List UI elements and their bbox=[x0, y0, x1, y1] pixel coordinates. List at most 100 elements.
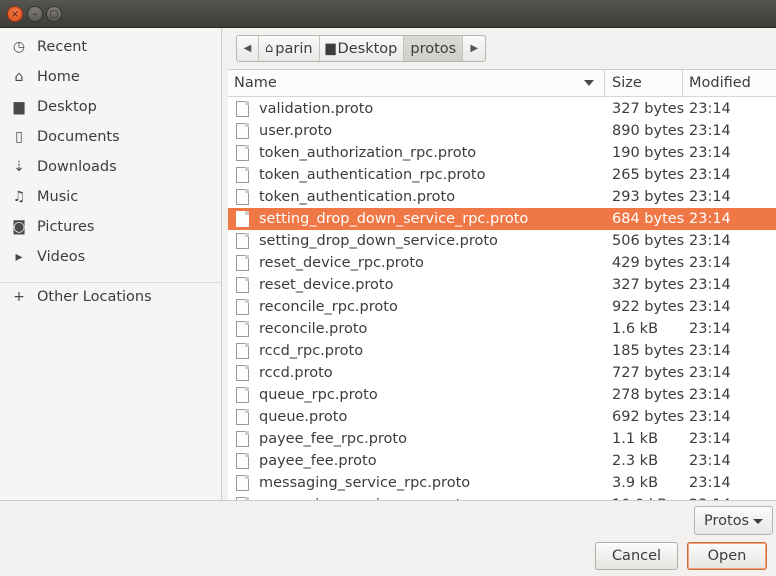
file-type-filter-dropdown[interactable]: Protos bbox=[694, 506, 773, 535]
file-icon bbox=[236, 387, 249, 403]
file-modified: 23:14 bbox=[689, 299, 731, 315]
table-row[interactable]: token_authorization_rpc.proto 190 bytes 23… bbox=[228, 142, 776, 164]
file-modified: 23:14 bbox=[689, 277, 731, 293]
file-modified: 23:14 bbox=[689, 343, 731, 359]
file-icon bbox=[236, 365, 249, 381]
file-name: reconcile_rpc.proto bbox=[259, 299, 398, 315]
file-modified: 23:14 bbox=[689, 145, 731, 161]
file-icon bbox=[236, 145, 249, 161]
camera-icon: ◙ bbox=[12, 219, 26, 235]
file-icon bbox=[236, 189, 249, 205]
file-rows: validation.proto 327 bytes 23:14 user.proto… bbox=[228, 98, 776, 500]
sidebar-item-pictures[interactable]: ◙ Pictures bbox=[0, 212, 221, 242]
chevron-down-icon bbox=[753, 519, 763, 524]
file-name: reconcile.proto bbox=[259, 321, 368, 337]
file-icon bbox=[236, 475, 249, 491]
path-segment-label: protos bbox=[410, 40, 457, 57]
file-size: 3.9 kB bbox=[612, 475, 659, 491]
download-icon: ⇣ bbox=[13, 159, 25, 175]
file-modified: 23:14 bbox=[689, 255, 731, 271]
table-row[interactable]: user.proto 890 bytes 23:14 bbox=[228, 120, 776, 142]
file-modified: 23:14 bbox=[689, 123, 731, 139]
table-row[interactable]: rccd.proto 727 bytes 23:14 bbox=[228, 362, 776, 384]
file-modified: 23:14 bbox=[689, 167, 731, 183]
sidebar-item-label: Pictures bbox=[37, 219, 95, 235]
table-row[interactable]: reconcile_rpc.proto 922 bytes 23:14 bbox=[228, 296, 776, 318]
sidebar-item-desktop[interactable]: ▆ Desktop bbox=[0, 92, 221, 122]
sidebar-item-label: Music bbox=[37, 189, 79, 205]
window-maximize-button[interactable]: □ bbox=[46, 6, 62, 22]
sidebar-item-home[interactable]: ⌂ Home bbox=[0, 62, 221, 92]
path-scroll-left-button[interactable]: ◀ bbox=[237, 36, 259, 61]
file-name: messaging_service_rpc.proto bbox=[259, 475, 471, 491]
table-row[interactable]: token_authentication_rpc.proto 265 bytes 2… bbox=[228, 164, 776, 186]
home-icon: ⌂ bbox=[265, 41, 274, 56]
file-modified: 23:14 bbox=[689, 101, 731, 117]
table-row[interactable]: reconcile.proto 1.6 kB 23:14 bbox=[228, 318, 776, 340]
file-modified: 23:14 bbox=[689, 453, 731, 469]
table-row[interactable]: token_authentication.proto 293 bytes 23:14 bbox=[228, 186, 776, 208]
file-modified: 23:14 bbox=[689, 431, 731, 447]
table-row[interactable]: reset_device_rpc.proto 429 bytes 23:14 bbox=[228, 252, 776, 274]
table-row[interactable]: messaging_service_rpc.proto 3.9 kB 23:14 bbox=[228, 472, 776, 494]
sort-descending-icon bbox=[584, 80, 594, 86]
table-row[interactable]: queue.proto 692 bytes 23:14 bbox=[228, 406, 776, 428]
file-icon bbox=[236, 453, 249, 469]
file-name: token_authorization_rpc.proto bbox=[259, 145, 477, 161]
sidebar-item-videos[interactable]: ▸ Videos bbox=[0, 242, 221, 272]
file-size: 278 bytes bbox=[612, 387, 685, 403]
sidebar-item-label: Recent bbox=[37, 39, 88, 55]
file-size: 1.6 kB bbox=[612, 321, 659, 337]
file-name: rccd_rpc.proto bbox=[259, 343, 364, 359]
folder-icon: ▆ bbox=[13, 99, 25, 115]
path-segment-protos[interactable]: protos bbox=[404, 36, 464, 61]
chevron-left-icon: ◀ bbox=[243, 43, 252, 54]
path-segment-home[interactable]: ⌂ parin bbox=[259, 36, 320, 61]
file-size: 692 bytes bbox=[612, 409, 685, 425]
file-name: user.proto bbox=[259, 123, 333, 139]
places-sidebar: ◷ Recent ⌂ Home ▆ Desktop ▯ Documents ⇣ … bbox=[0, 28, 222, 500]
table-row[interactable]: setting_drop_down_service.proto 506 bytes… bbox=[228, 230, 776, 252]
window-close-button[interactable]: × bbox=[7, 6, 23, 22]
sidebar-item-downloads[interactable]: ⇣ Downloads bbox=[0, 152, 221, 182]
table-row[interactable]: setting_drop_down_service_rpc.proto 684 b… bbox=[228, 208, 776, 230]
file-size: 327 bytes bbox=[612, 101, 685, 117]
path-scroll-right-button[interactable]: ▶ bbox=[463, 36, 485, 61]
column-header-size[interactable]: Size bbox=[604, 70, 682, 97]
plus-icon: + bbox=[13, 289, 25, 305]
action-bar: Cancel Open bbox=[0, 538, 776, 576]
clock-icon: ◷ bbox=[12, 39, 26, 55]
path-segment-desktop[interactable]: ▆ Desktop bbox=[320, 36, 405, 61]
path-segment-label: parin bbox=[275, 40, 313, 57]
file-icon bbox=[236, 123, 249, 139]
table-row[interactable]: rccd_rpc.proto 185 bytes 23:14 bbox=[228, 340, 776, 362]
table-row[interactable]: payee_fee.proto 2.3 kB 23:14 bbox=[228, 450, 776, 472]
file-name: reset_device.proto bbox=[259, 277, 394, 293]
table-row[interactable]: payee_fee_rpc.proto 1.1 kB 23:14 bbox=[228, 428, 776, 450]
file-list-header: Name Size Modified bbox=[228, 70, 776, 97]
file-name: reset_device_rpc.proto bbox=[259, 255, 424, 271]
file-name: queue_rpc.proto bbox=[259, 387, 378, 403]
sidebar-item-recent[interactable]: ◷ Recent bbox=[0, 32, 221, 62]
table-row[interactable]: queue_rpc.proto 278 bytes 23:14 bbox=[228, 384, 776, 406]
file-icon bbox=[236, 277, 249, 293]
sidebar-item-other-locations[interactable]: + Other Locations bbox=[0, 282, 221, 312]
open-button[interactable]: Open bbox=[687, 542, 767, 570]
column-header-name[interactable]: Name bbox=[234, 70, 604, 97]
cancel-button[interactable]: Cancel bbox=[595, 542, 678, 570]
sidebar-item-music[interactable]: ♫ Music bbox=[0, 182, 221, 212]
file-name: validation.proto bbox=[259, 101, 374, 117]
window-minimize-button[interactable]: – bbox=[27, 6, 43, 22]
file-size: 190 bytes bbox=[612, 145, 685, 161]
table-row[interactable]: reset_device.proto 327 bytes 23:14 bbox=[228, 274, 776, 296]
file-modified: 23:14 bbox=[689, 409, 731, 425]
file-size: 1.1 kB bbox=[612, 431, 659, 447]
file-modified: 23:14 bbox=[689, 365, 731, 381]
sidebar-item-documents[interactable]: ▯ Documents bbox=[0, 122, 221, 152]
file-size: 327 bytes bbox=[612, 277, 685, 293]
table-row[interactable]: validation.proto 327 bytes 23:14 bbox=[228, 98, 776, 120]
column-header-modified[interactable]: Modified bbox=[682, 70, 776, 97]
file-icon bbox=[236, 167, 249, 183]
music-icon: ♫ bbox=[12, 189, 26, 205]
file-icon bbox=[236, 299, 249, 315]
